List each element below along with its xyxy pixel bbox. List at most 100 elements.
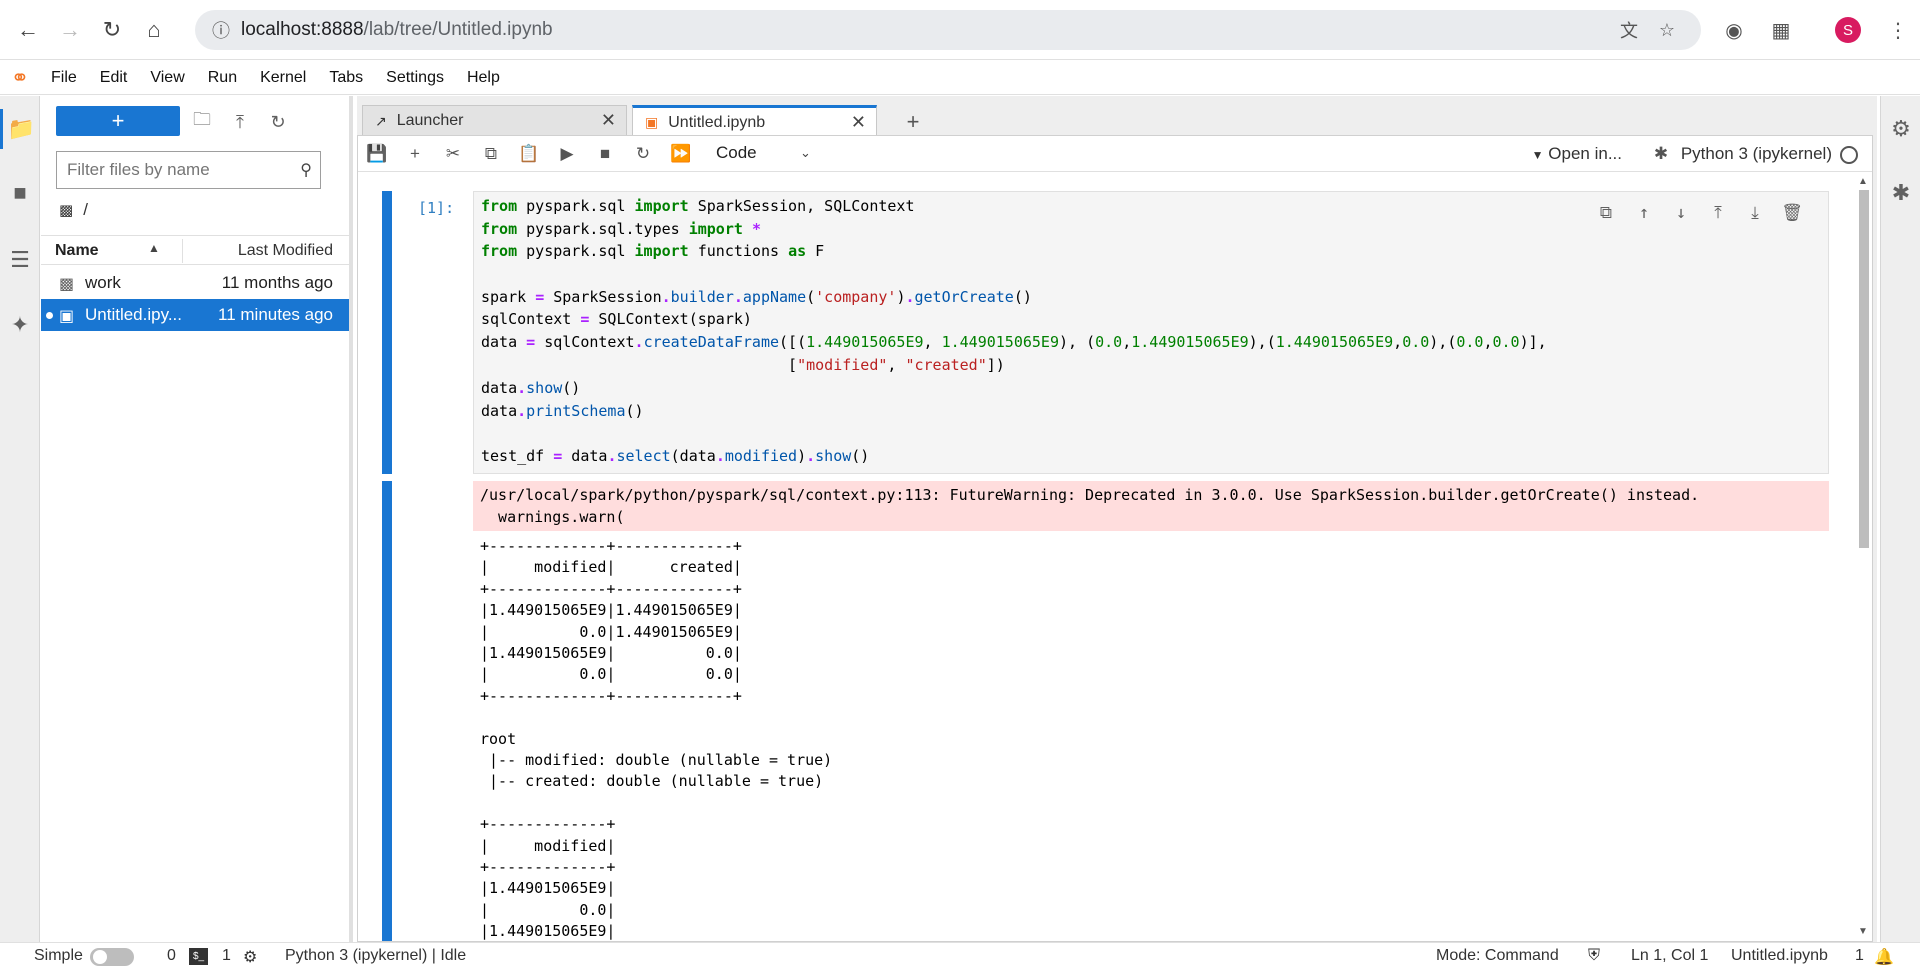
chevron-down-icon: ⌄: [800, 145, 811, 160]
kernel-name[interactable]: Python 3 (ipykernel): [1681, 144, 1832, 164]
code-line: data.printSchema(): [481, 402, 644, 420]
running-sessions-icon[interactable]: ■: [0, 173, 40, 213]
stdout-line: +-------------+-------------+: [480, 537, 742, 555]
left-sidebar-rail: 📁 ■ ☰ ✦: [0, 96, 40, 942]
sort-ascending-icon: ▲: [148, 241, 160, 255]
browser-toolbar: ← → ↻ ⌂ ⓘ localhost:8888/lab/tree/Untitl…: [0, 0, 1920, 60]
menu-view[interactable]: View: [139, 69, 196, 87]
new-launcher-button[interactable]: +: [56, 106, 180, 136]
insert-cell-icon[interactable]: +: [400, 140, 430, 168]
cut-icon[interactable]: ✂: [438, 140, 468, 168]
simple-mode-label: Simple: [34, 947, 83, 964]
insert-above-icon[interactable]: ⤒: [1704, 200, 1732, 226]
notebook-scrollbar[interactable]: ▲ ▼: [1856, 176, 1870, 941]
stdout-line: +-------------+-------------+: [480, 579, 742, 598]
menu-tabs[interactable]: Tabs: [318, 69, 375, 87]
column-header-name[interactable]: Name: [55, 242, 99, 260]
upload-icon[interactable]: ⤒: [225, 108, 255, 136]
main-area: ↗ Launcher ✕ ▣ Untitled.ipynb ✕ + 💾 + ✂ …: [357, 96, 1877, 942]
kernel-status-text[interactable]: Python 3 (ipykernel) | Idle: [285, 947, 466, 965]
profile-button[interactable]: S: [1832, 14, 1864, 46]
bell-icon[interactable]: 🔔: [1874, 947, 1894, 967]
menu-edit[interactable]: Edit: [89, 69, 140, 87]
stdout-line: | modified| created|: [480, 558, 742, 577]
file-filter-input[interactable]: [67, 160, 287, 180]
restart-run-all-icon[interactable]: ⏩: [666, 140, 696, 168]
browser-menu-icon[interactable]: ⋮: [1882, 14, 1914, 46]
column-header-modified[interactable]: Last Modified: [238, 242, 333, 260]
file-filter-field[interactable]: ⚲: [56, 151, 321, 189]
kernel-count[interactable]: 1: [222, 947, 231, 965]
menu-settings[interactable]: Settings: [375, 69, 456, 87]
cpu-icon: ⚙: [243, 949, 258, 966]
stdout-output: +-------------+-------------+ | modified|…: [473, 531, 1829, 941]
delete-cell-icon[interactable]: 🗑: [1778, 200, 1806, 226]
save-icon[interactable]: 💾: [362, 140, 392, 168]
terminal-count[interactable]: 0: [167, 947, 176, 965]
debugger-icon[interactable]: ✱: [1881, 173, 1920, 213]
reload-icon[interactable]: ↻: [94, 12, 130, 48]
launcher-icon: ↗: [375, 112, 387, 129]
file-list-header: Name ▲ Last Modified: [41, 235, 349, 265]
run-icon[interactable]: ▶: [552, 140, 582, 168]
stop-icon[interactable]: ■: [590, 140, 620, 168]
move-up-icon[interactable]: ↑: [1630, 200, 1658, 226]
extension-manager-icon[interactable]: ✦: [0, 305, 40, 345]
code-editor[interactable]: from pyspark.sql import SparkSession, SQ…: [473, 191, 1829, 474]
file-row-untitled[interactable]: ▣ Untitled.ipy... 11 minutes ago: [41, 299, 349, 331]
folder-icon[interactable]: 📁: [0, 109, 40, 149]
breadcrumb[interactable]: ▩ /: [59, 200, 88, 220]
menu-run[interactable]: Run: [197, 69, 249, 87]
cursor-position[interactable]: Ln 1, Col 1: [1631, 947, 1708, 965]
restart-icon[interactable]: ↻: [628, 140, 658, 168]
property-inspector-icon[interactable]: ⚙: [1881, 109, 1920, 149]
table-of-contents-icon[interactable]: ☰: [0, 240, 40, 280]
move-down-icon[interactable]: ↓: [1667, 200, 1695, 226]
scroll-up-icon[interactable]: ▲: [1858, 176, 1868, 187]
bookmark-star-icon[interactable]: ☆: [1653, 16, 1681, 44]
paste-icon[interactable]: 📋: [514, 140, 544, 168]
stdout-line: | 0.0| 0.0|: [480, 665, 742, 684]
breadcrumb-root[interactable]: /: [83, 200, 88, 220]
code-line: test_df = data.select(data.modified).sho…: [481, 447, 870, 465]
menu-file[interactable]: File: [40, 69, 89, 87]
shield-icon[interactable]: ⛨: [1588, 947, 1600, 965]
extensions-icon[interactable]: ▦: [1765, 14, 1797, 46]
mode-indicator: Mode: Command: [1436, 947, 1559, 964]
output-collapser[interactable]: [382, 481, 392, 941]
debugger-icon[interactable]: ✱: [1646, 140, 1676, 168]
file-name: Untitled.ipy...: [85, 305, 183, 324]
address-bar[interactable]: ⓘ localhost:8888/lab/tree/Untitled.ipynb…: [195, 10, 1701, 50]
insert-below-icon[interactable]: ⤓: [1741, 200, 1769, 226]
scroll-thumb[interactable]: [1859, 190, 1869, 548]
tab-launcher[interactable]: ↗ Launcher ✕: [362, 105, 627, 136]
forward-icon[interactable]: →: [52, 12, 88, 48]
home-icon[interactable]: ⌂: [136, 12, 172, 48]
stdout-line: +-------------+: [480, 858, 616, 876]
copy-icon[interactable]: ⧉: [476, 140, 506, 168]
input-collapser[interactable]: [382, 191, 392, 474]
menu-help[interactable]: Help: [456, 69, 512, 87]
close-icon[interactable]: ✕: [601, 110, 616, 131]
new-folder-icon[interactable]: 🗀: [187, 108, 217, 136]
folder-icon: ▩: [59, 202, 74, 219]
site-info-icon[interactable]: ⓘ: [207, 16, 235, 44]
simple-mode-toggle[interactable]: [90, 948, 134, 966]
open-in-dropdown[interactable]: ▼ Open in...: [1532, 144, 1622, 164]
tab-untitled-notebook[interactable]: ▣ Untitled.ipynb ✕: [632, 105, 877, 137]
duplicate-cell-icon[interactable]: ⧉: [1592, 200, 1620, 226]
scroll-down-icon[interactable]: ▼: [1858, 926, 1868, 937]
caret-down-icon: ▼: [1531, 148, 1544, 162]
right-sidebar-rail: ⚙ ✱: [1880, 96, 1920, 942]
close-icon[interactable]: ✕: [851, 112, 866, 133]
status-bar: Simple 0 $_ 1 ⚙ Python 3 (ipykernel) | I…: [0, 942, 1920, 968]
stdout-line: |1.449015065E9|1.449015065E9|: [480, 601, 742, 620]
translate-icon[interactable]: 文: [1615, 16, 1643, 44]
refresh-icon[interactable]: ↻: [263, 108, 293, 136]
menu-kernel[interactable]: Kernel: [249, 69, 318, 87]
notification-count[interactable]: 1: [1855, 947, 1864, 965]
file-row-work[interactable]: ▩ work 11 months ago: [41, 267, 349, 299]
back-icon[interactable]: ←: [10, 12, 46, 48]
screenshot-icon[interactable]: ◉: [1718, 14, 1750, 46]
add-tab-icon[interactable]: +: [899, 109, 927, 135]
